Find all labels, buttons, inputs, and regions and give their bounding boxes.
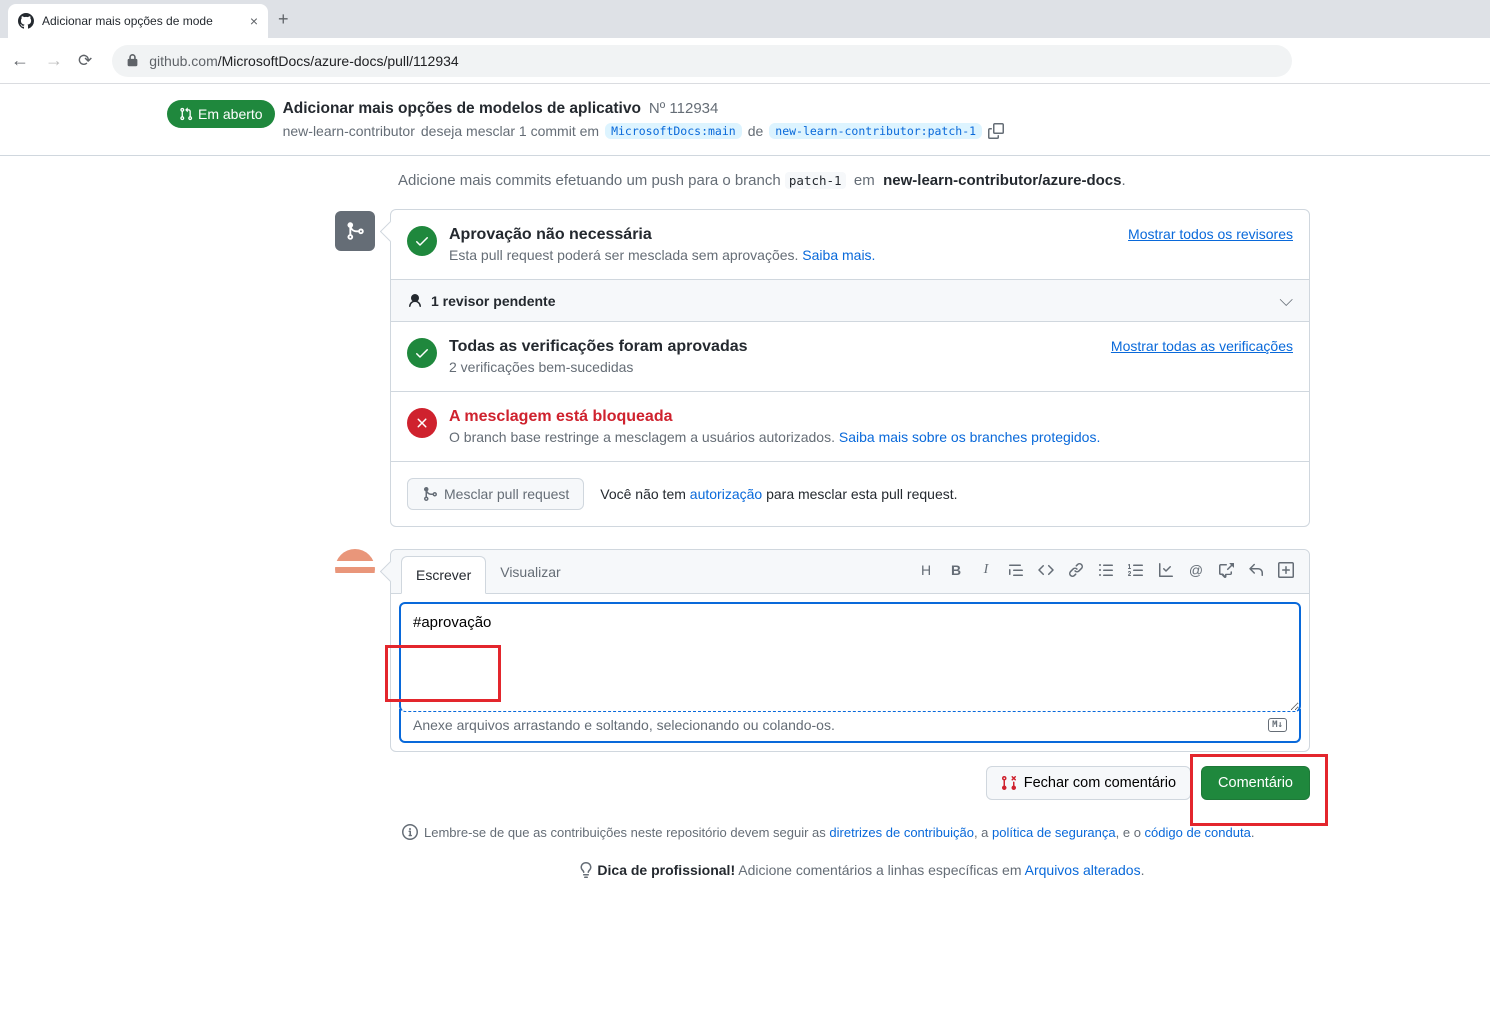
write-tab[interactable]: Escrever <box>401 556 486 594</box>
quote-icon[interactable] <box>1007 562 1025 581</box>
merge-pr-button: Mesclar pull request <box>407 478 584 510</box>
diff-icon[interactable] <box>1277 562 1295 581</box>
base-branch-tag[interactable]: MicrosoftDocs:main <box>605 123 742 139</box>
pr-number: Nº 112934 <box>649 100 718 117</box>
contribution-reminder: Lembre-se de que as contribuições neste … <box>402 824 1320 840</box>
blocked-title: A mesclagem está bloqueada <box>449 408 1100 426</box>
git-merge-icon <box>422 486 438 502</box>
reload-button[interactable]: ⟳ <box>78 51 92 71</box>
mention-icon[interactable]: @ <box>1187 562 1205 581</box>
code-of-conduct-link[interactable]: código de conduta <box>1145 825 1251 840</box>
learn-more-link[interactable]: Saiba mais. <box>802 247 875 263</box>
comment-textarea[interactable] <box>399 602 1301 712</box>
pending-reviewer-text: 1 revisor pendente <box>431 293 556 309</box>
markdown-icon[interactable]: M↓ <box>1268 718 1287 732</box>
x-circle-icon <box>407 408 437 438</box>
blocked-section: A mesclagem está bloqueada O branch base… <box>391 392 1309 462</box>
contribution-guidelines-link[interactable]: diretrizes de contribuição <box>829 825 974 840</box>
check-circle-icon <box>407 226 437 256</box>
cross-reference-icon[interactable] <box>1217 562 1235 581</box>
merge-timeline-badge <box>335 211 375 251</box>
lightbulb-icon <box>578 862 594 878</box>
comment-form: Escrever Visualizar H B I @ <box>390 549 1310 752</box>
git-merge-icon <box>345 221 365 241</box>
checks-title: Todas as verificações foram aprovadas <box>449 338 748 356</box>
browser-tab-bar: Adicionar mais opções de mode × + <box>0 0 1490 38</box>
checks-section: Todas as verificações foram aprovadas 2 … <box>391 322 1309 392</box>
heading-icon[interactable]: H <box>917 562 935 581</box>
github-favicon <box>18 13 34 29</box>
info-icon <box>402 824 418 840</box>
italic-icon[interactable]: I <box>977 562 995 581</box>
pr-status-badge: Em aberto <box>167 100 275 128</box>
head-branch-tag[interactable]: new-learn-contributor:patch-1 <box>769 123 982 139</box>
approval-title: Aprovação não necessária <box>449 226 875 244</box>
comment-actions: Fechar com comentário Comentário <box>390 766 1314 800</box>
security-policy-link[interactable]: política de segurança <box>992 825 1116 840</box>
tab-title: Adicionar mais opções de mode <box>42 14 242 28</box>
back-button[interactable]: ← <box>10 50 30 71</box>
pro-tip: Dica de profissional! Adicione comentári… <box>402 862 1320 878</box>
user-avatar[interactable] <box>335 549 375 589</box>
status-badge-text: Em aberto <box>198 106 263 122</box>
person-icon <box>407 293 423 309</box>
attach-files-hint[interactable]: Anexe arquivos arrastando e soltando, se… <box>399 709 1301 743</box>
tasklist-icon[interactable] <box>1157 562 1175 581</box>
pending-reviewers-row[interactable]: 1 revisor pendente ⌵ <box>391 280 1309 322</box>
branch-code: patch-1 <box>785 172 846 189</box>
new-tab-button[interactable]: + <box>278 9 289 30</box>
show-checks-link[interactable]: Mostrar todas as verificações <box>1111 338 1293 354</box>
code-icon[interactable] <box>1037 562 1055 581</box>
checks-subtitle: 2 verificações bem-sucedidas <box>449 359 748 375</box>
unordered-list-icon[interactable] <box>1097 562 1115 581</box>
bold-icon[interactable]: B <box>947 562 965 581</box>
link-icon[interactable] <box>1067 562 1085 581</box>
forward-button: → <box>44 50 64 71</box>
git-pull-request-icon <box>179 107 193 121</box>
copy-icon[interactable] <box>988 123 1004 139</box>
chevron-down-icon[interactable]: ⌵ <box>1279 290 1293 311</box>
merge-action-row: Mesclar pull request Você não tem autori… <box>391 462 1309 526</box>
browser-toolbar: ← → ⟳ github.com/MicrosoftDocs/azure-doc… <box>0 38 1490 84</box>
pr-author[interactable]: new-learn-contributor <box>283 123 415 139</box>
git-pull-request-closed-icon <box>1001 775 1017 791</box>
close-tab-icon[interactable]: × <box>250 13 258 29</box>
authorization-link[interactable]: autorização <box>690 486 762 502</box>
approval-section: Aprovação não necessária Esta pull reque… <box>391 210 1309 280</box>
protected-branches-link[interactable]: Saiba mais sobre os branches protegidos. <box>839 429 1100 445</box>
files-changed-link[interactable]: Arquivos alterados <box>1025 862 1141 878</box>
preview-tab[interactable]: Visualizar <box>486 554 574 590</box>
reply-icon[interactable] <box>1247 562 1265 581</box>
repo-link[interactable]: new-learn-contributor/azure-docs <box>883 172 1121 189</box>
url-text: github.com/MicrosoftDocs/azure-docs/pull… <box>149 53 458 69</box>
pr-merge-description: new-learn-contributor deseja mesclar 1 c… <box>283 123 1004 139</box>
push-hint: Adicione mais commits efetuando um push … <box>398 172 1320 189</box>
markdown-toolbar: H B I @ <box>917 562 1299 581</box>
pr-title: Adicionar mais opções de modelos de apli… <box>283 100 641 118</box>
lock-icon <box>126 54 139 67</box>
browser-tab[interactable]: Adicionar mais opções de mode × <box>8 4 268 38</box>
merge-permission-note: Você não tem autorização para mesclar es… <box>600 486 957 502</box>
ordered-list-icon[interactable] <box>1127 562 1145 581</box>
close-with-comment-button[interactable]: Fechar com comentário <box>986 766 1191 800</box>
url-bar[interactable]: github.com/MicrosoftDocs/azure-docs/pull… <box>112 45 1292 77</box>
annotation-box-1 <box>385 645 501 702</box>
annotation-box-2 <box>1190 754 1328 826</box>
show-reviewers-link[interactable]: Mostrar todos os revisores <box>1128 226 1293 242</box>
comment-tabs: Escrever Visualizar H B I @ <box>391 550 1309 594</box>
pr-header: Em aberto Adicionar mais opções de model… <box>0 84 1490 156</box>
check-circle-icon <box>407 338 437 368</box>
merge-status-panel: Aprovação não necessária Esta pull reque… <box>390 209 1310 527</box>
